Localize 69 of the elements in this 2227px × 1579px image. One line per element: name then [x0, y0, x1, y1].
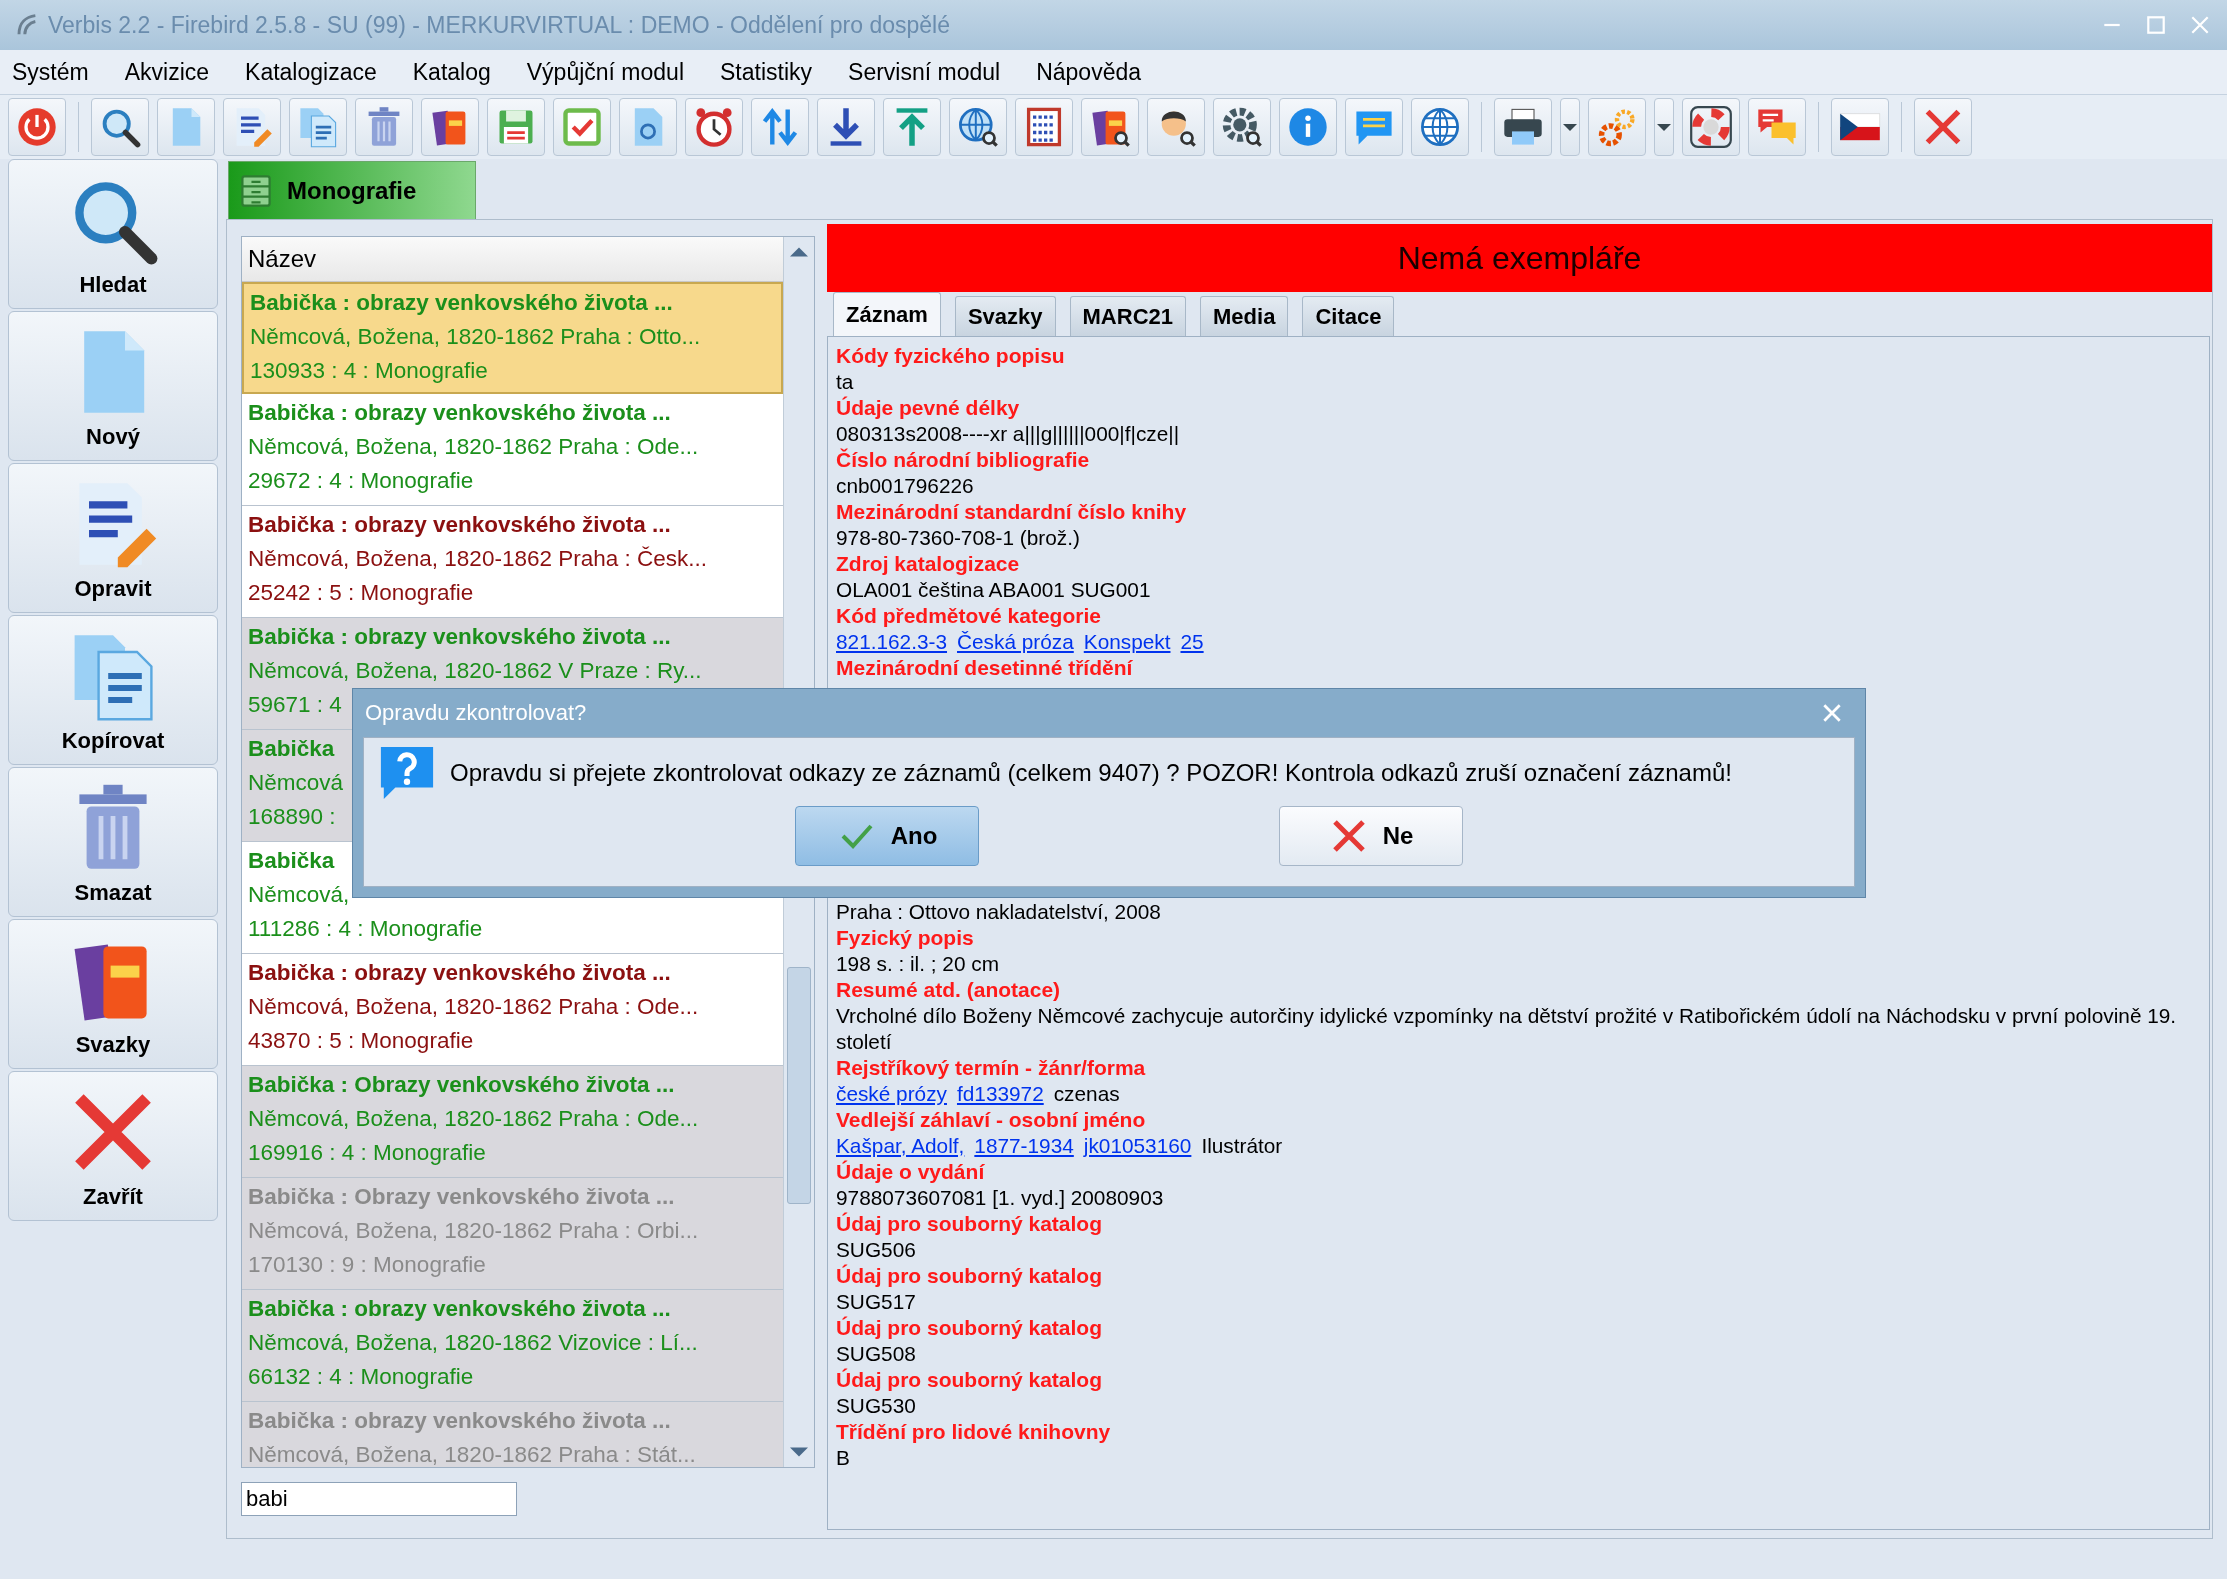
field-value: Ilustrátor [1201, 1133, 1283, 1159]
row-text: Němcová, Božena, 1820-1862 Praha : Stát... [248, 1441, 696, 1467]
field-heading: Zdroj katalogizace [836, 551, 1021, 577]
row-text: Babička : obrazy venkovského života ... [248, 959, 671, 987]
field-value: Praha : Ottovo nakladatelství, 2008 [836, 899, 1161, 925]
row-text: Babička : Obrazy venkovského života ... [248, 1183, 675, 1211]
field-value: SUG517 [836, 1289, 916, 1315]
row-text: 29672 : 4 : Monografie [248, 467, 474, 495]
row-text: Babička : obrazy venkovského života ... [248, 399, 671, 427]
row-text: Němcová, Božena, 1820-1862 Praha : Ode... [248, 1105, 699, 1133]
field-heading: Údaj pro souborný katalog [836, 1263, 1104, 1289]
row-text: Babička [248, 847, 335, 875]
field-value: czenas [1053, 1081, 1120, 1107]
field-value: SUG506 [836, 1237, 916, 1263]
field-heading: Údaj pro souborný katalog [836, 1315, 1104, 1341]
row-text: 43870 : 5 : Monografie [248, 1027, 474, 1055]
dialog-message: Opravdu si přejete zkontrolovat odkazy ze záznamů (celkem 9407) ? POZOR! Kontrola odkazů zruší označení záznamů! [450, 759, 1732, 787]
row-text: 59671 : 4 [248, 691, 342, 719]
row-text: 111286 : 4 : Monografie [248, 915, 483, 943]
field-heading: Údaje pevné délky [836, 395, 1021, 421]
row-text: Babička : obrazy venkovského života ... [248, 1407, 671, 1435]
row-text: 66132 : 4 : Monografie [248, 1363, 474, 1391]
row-text: Němcová, Božena, 1820-1862 Praha : Ode... [248, 993, 699, 1021]
row-text: Babička : obrazy venkovského života ... [248, 511, 671, 539]
field-heading: Fyzický popis [836, 925, 975, 951]
status-banner: Nemá exempláře [827, 224, 2212, 292]
row-text: 25242 : 5 : Monografie [248, 579, 474, 607]
row-text: Němcová [248, 769, 344, 797]
row-text: Němcová, Božena, 1820-1862 Praha : Ode... [248, 433, 699, 461]
row-text: Němcová, Božena, 1820-1862 Praha : Otto... [250, 323, 701, 351]
row-text: Babička : obrazy venkovského života ... [248, 1295, 671, 1323]
field-heading: Rejstříkový termín - žánr/forma [836, 1055, 1147, 1081]
field-value: SUG508 [836, 1341, 916, 1367]
field-heading: Údaj pro souborný katalog [836, 1211, 1104, 1237]
row-text: Němcová, [248, 881, 350, 909]
field-value: 198 s. : il. ; 20 cm [836, 951, 999, 977]
field-heading: Údaj pro souborný katalog [836, 1367, 1104, 1393]
field-heading: Mezinárodní standardní číslo knihy [836, 499, 1188, 525]
field-value: ta [836, 369, 854, 395]
field-heading: Údaje o vydání [836, 1159, 986, 1185]
field-value: B [836, 1445, 850, 1471]
row-text: 170130 : 9 : Monografie [248, 1251, 486, 1279]
field-value: OLA001 čeština ABA001 SUG001 [836, 577, 1151, 603]
field-value: 080313s2008----xr a|||g||||||000|f|cze|| [836, 421, 1180, 447]
field-heading: Vedlejší záhlaví - osobní jméno [836, 1107, 1147, 1133]
field-value: cnb001796226 [836, 473, 974, 499]
row-text: Němcová, Božena, 1820-1862 V Praze : Ry... [248, 657, 702, 685]
field-heading: Resumé atd. (anotace) [836, 977, 1062, 1003]
row-text: Babička : obrazy venkovského života ... [248, 623, 671, 651]
row-text: 130933 : 4 : Monografie [250, 357, 488, 385]
field-value: 9788073607081 [1. vyd.] 20080903 [836, 1185, 1164, 1211]
dialog-title: Opravdu zkontrolovat? [365, 700, 587, 726]
row-text: Babička : obrazy venkovského života ... [250, 289, 673, 317]
row-text: Němcová, Božena, 1820-1862 Praha : Česk... [248, 545, 707, 573]
field-value: 978-80-7360-708-1 (brož.) [836, 525, 1080, 551]
field-heading: Kód předmětové kategorie [836, 603, 1102, 629]
row-text: Němcová, Božena, 1820-1862 Praha : Orbi... [248, 1217, 699, 1245]
field-heading: Mezinárodní desetinné třídění [836, 655, 1134, 681]
field-heading: Číslo národní bibliografie [836, 447, 1091, 473]
row-text: Babička [248, 735, 335, 763]
field-heading: Kódy fyzického popisu [836, 343, 1066, 369]
row-text: 169916 : 4 : Monografie [248, 1139, 486, 1167]
window-title: Verbis 2.2 - Firebird 2.5.8 - SU (99) - MERKURVIRTUAL : DEMO - Oddělení pro dospělé [48, 11, 951, 39]
row-text: 168890 : [248, 803, 336, 831]
field-value: Vrcholné dílo Boženy Němcové zachycuje autorčiny idylické vzpomínky na dětství prožité v Ratibořickém údolí na Náchodsku v první polovině 19. století [836, 1003, 2178, 1055]
field-heading: Třídění pro lidové knihovny [836, 1419, 1112, 1445]
field-value: SUG530 [836, 1393, 916, 1419]
row-text: Babička : Obrazy venkovského života ... [248, 1071, 675, 1099]
row-text: Němcová, Božena, 1820-1862 Vizovice : Lí... [248, 1329, 698, 1357]
